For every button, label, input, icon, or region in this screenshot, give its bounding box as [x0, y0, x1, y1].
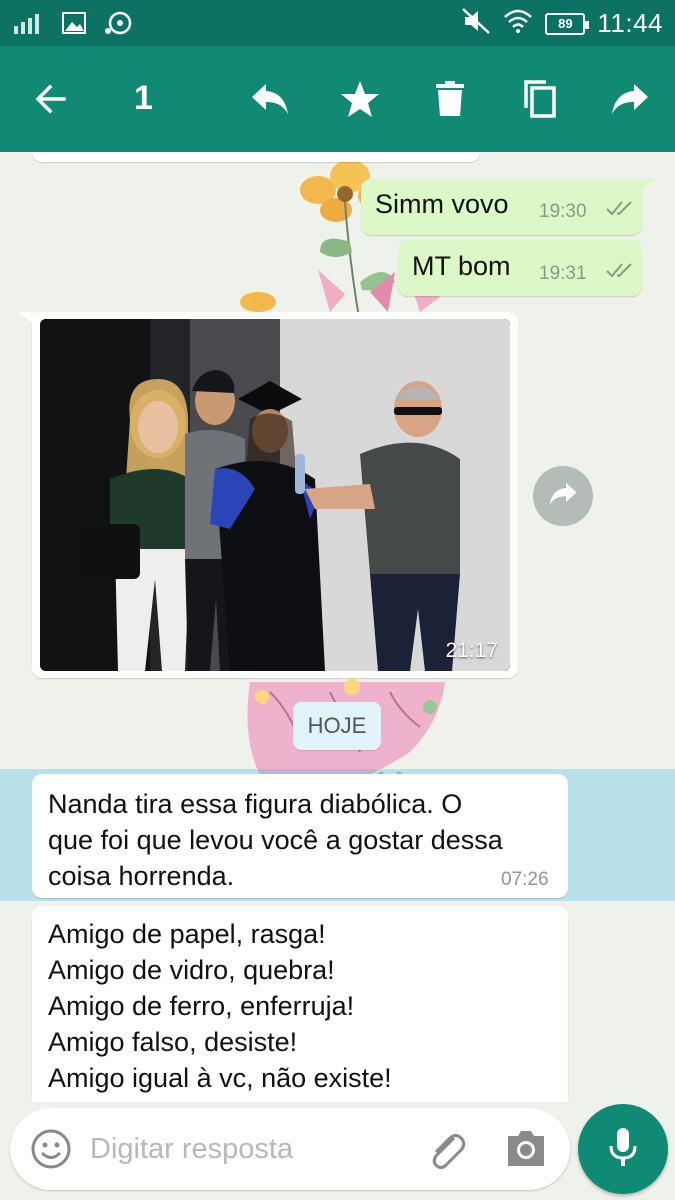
selected-count: 1 [134, 79, 153, 117]
battery-indicator: 89 [545, 12, 590, 35]
mic-icon [606, 1126, 640, 1173]
camera-icon[interactable] [504, 1128, 548, 1173]
back-arrow-icon[interactable] [28, 77, 72, 121]
copy-icon[interactable] [518, 77, 562, 121]
status-time: 11:44 [597, 8, 663, 38]
voice-record-button[interactable] [578, 1104, 668, 1194]
message-line: Amigo de vidro, quebra! [48, 955, 335, 985]
message-line: Amigo de ferro, enferruja! [48, 991, 355, 1021]
message-time: 07:26 [501, 869, 549, 890]
message-line: Nanda tira essa figura diabólica. O [48, 789, 463, 819]
message-input[interactable] [90, 1128, 410, 1170]
forward-image-button[interactable] [533, 466, 593, 526]
message-line: Amigo falso, desiste! [48, 1027, 298, 1057]
message-time: 19:30 [539, 201, 587, 222]
status-bar: 89 11:44 [0, 0, 675, 46]
forward-icon[interactable] [608, 77, 652, 121]
star-icon[interactable] [338, 77, 382, 121]
message-bubble-outgoing[interactable]: MT bom 19:31 [398, 240, 642, 296]
message-time: 19:31 [539, 263, 587, 284]
music-disc-icon [104, 11, 134, 40]
image-time: 21:17 [445, 639, 498, 662]
message-text: MT bom [412, 251, 511, 281]
message-bubble-incoming[interactable]: Amigo de papel, rasga! Amigo de vidro, q… [32, 906, 568, 1102]
emoji-icon[interactable] [30, 1128, 72, 1175]
double-check-icon [605, 199, 637, 222]
message-line: coisa horrenda. [48, 861, 235, 891]
message-input-container [10, 1108, 570, 1190]
forward-icon [548, 481, 578, 512]
message-text: Simm vovo [375, 189, 509, 219]
wifi-icon [503, 9, 533, 38]
message-line: Amigo de papel, rasga! [48, 919, 326, 949]
chat-area[interactable]: Simm vovo 19:30 MT bom 19:31 21:17 HOJE … [0, 152, 675, 1102]
attach-icon[interactable] [424, 1128, 468, 1177]
message-line: Amigo igual à vc, não existe! [48, 1063, 392, 1093]
bubble-tail [638, 179, 656, 193]
composer-bar [0, 1102, 675, 1200]
message-bubble-incoming-selected[interactable]: Nanda tira essa figura diabólica. O que … [32, 774, 568, 898]
gallery-icon [62, 12, 86, 39]
date-divider: HOJE [293, 702, 381, 750]
message-bubble-outgoing[interactable]: Simm vovo 19:30 [361, 179, 642, 235]
shared-photo[interactable]: 21:17 [40, 319, 510, 671]
double-check-icon [605, 261, 637, 284]
partial-message-bubble[interactable] [32, 152, 480, 162]
photo-graduation-group [40, 319, 510, 671]
message-line: que foi que levou você a gostar dessa [48, 825, 503, 855]
reply-icon[interactable] [248, 77, 292, 121]
mute-icon [461, 7, 491, 40]
signal-icon [14, 12, 44, 39]
delete-icon[interactable] [428, 77, 472, 121]
selection-action-bar: 1 [0, 46, 675, 152]
